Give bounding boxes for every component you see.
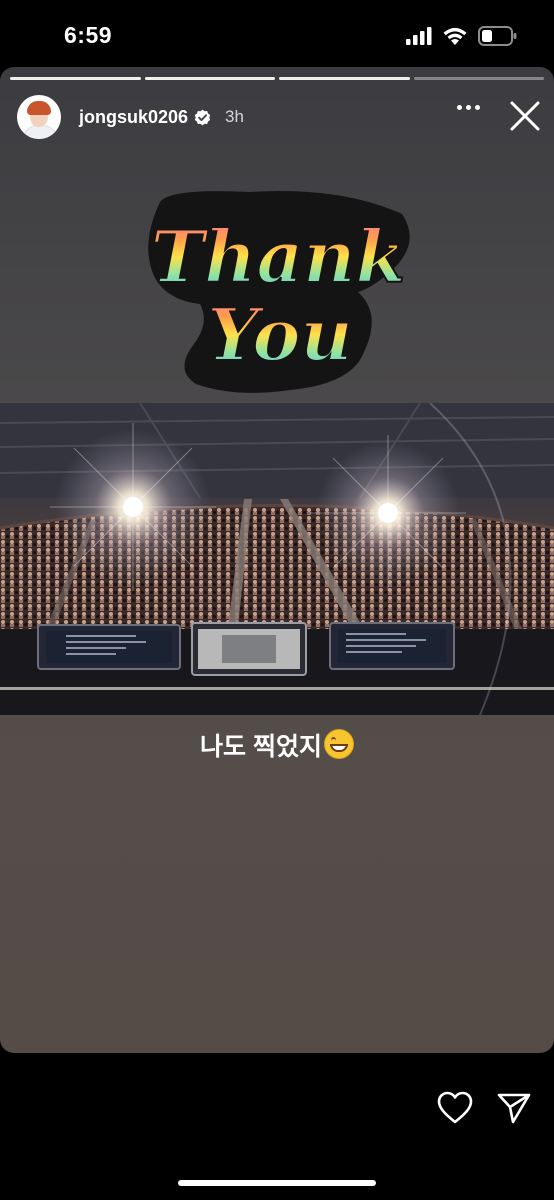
- username[interactable]: jongsuk0206: [79, 107, 188, 128]
- progress-segment: [413, 77, 544, 80]
- story-caption: 나도 찍었지: [0, 727, 554, 763]
- home-indicator[interactable]: [178, 1180, 376, 1186]
- more-dots-icon: [457, 105, 462, 110]
- send-icon[interactable]: [496, 1091, 532, 1125]
- status-icons: [406, 26, 518, 46]
- sticker-text-line2: You: [207, 292, 353, 377]
- cellular-signal-icon: [406, 27, 432, 45]
- caption-text: 나도 찍었지: [200, 733, 322, 761]
- wifi-icon: [443, 27, 467, 45]
- verified-badge-icon: [194, 109, 211, 126]
- sticker-text-line1: Thank: [151, 214, 406, 299]
- story-progress: [10, 77, 544, 80]
- story-header: jongsuk0206 3h: [17, 95, 554, 139]
- grinning-face-icon: [323, 729, 354, 759]
- progress-segment: [144, 77, 275, 80]
- status-time: 6:59: [64, 22, 113, 48]
- close-icon[interactable]: [508, 99, 542, 133]
- concert-audience-photo: [0, 403, 554, 715]
- post-time: 3h: [225, 107, 244, 126]
- progress-segment: [279, 77, 410, 80]
- thank-you-sticker[interactable]: Thank You: [140, 184, 416, 400]
- story-card[interactable]: jongsuk0206 3h Thank You 나도 찍었지: [0, 67, 554, 1053]
- more-options-button[interactable]: [457, 105, 480, 110]
- avatar[interactable]: [17, 95, 61, 139]
- progress-segment: [10, 77, 141, 80]
- heart-icon[interactable]: [437, 1091, 473, 1125]
- battery-icon: [478, 26, 517, 46]
- status-bar: 6:59: [0, 0, 554, 70]
